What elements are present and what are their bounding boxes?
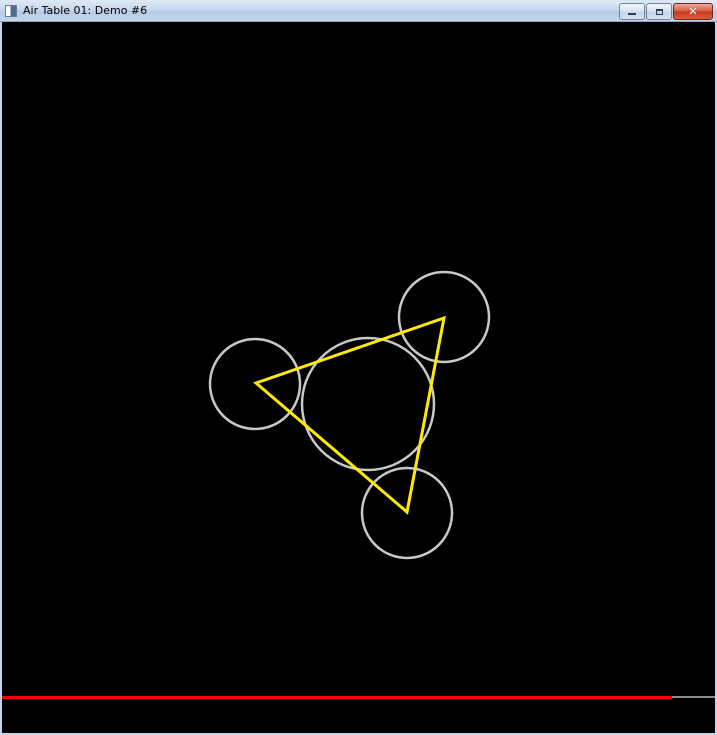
maximize-icon: [655, 8, 663, 15]
maximize-button[interactable]: [646, 3, 672, 20]
minimize-button[interactable]: [619, 3, 645, 20]
window-controls: ✕: [618, 3, 713, 20]
window-title: Air Table 01: Demo #6: [23, 4, 148, 17]
app-window: Air Table 01: Demo #6 ✕: [0, 0, 717, 735]
constraint-triangle: [253, 315, 446, 515]
close-button[interactable]: ✕: [673, 3, 713, 20]
close-icon: ✕: [688, 5, 698, 18]
minimize-icon: [628, 13, 636, 15]
simulation-canvas[interactable]: [2, 22, 715, 733]
progress-bar: [2, 696, 672, 699]
central-puck: [300, 336, 436, 472]
simulation-view: [2, 270, 715, 699]
app-window-icon[interactable]: [5, 4, 17, 17]
title-bar[interactable]: Air Table 01: Demo #6 ✕: [0, 0, 717, 22]
